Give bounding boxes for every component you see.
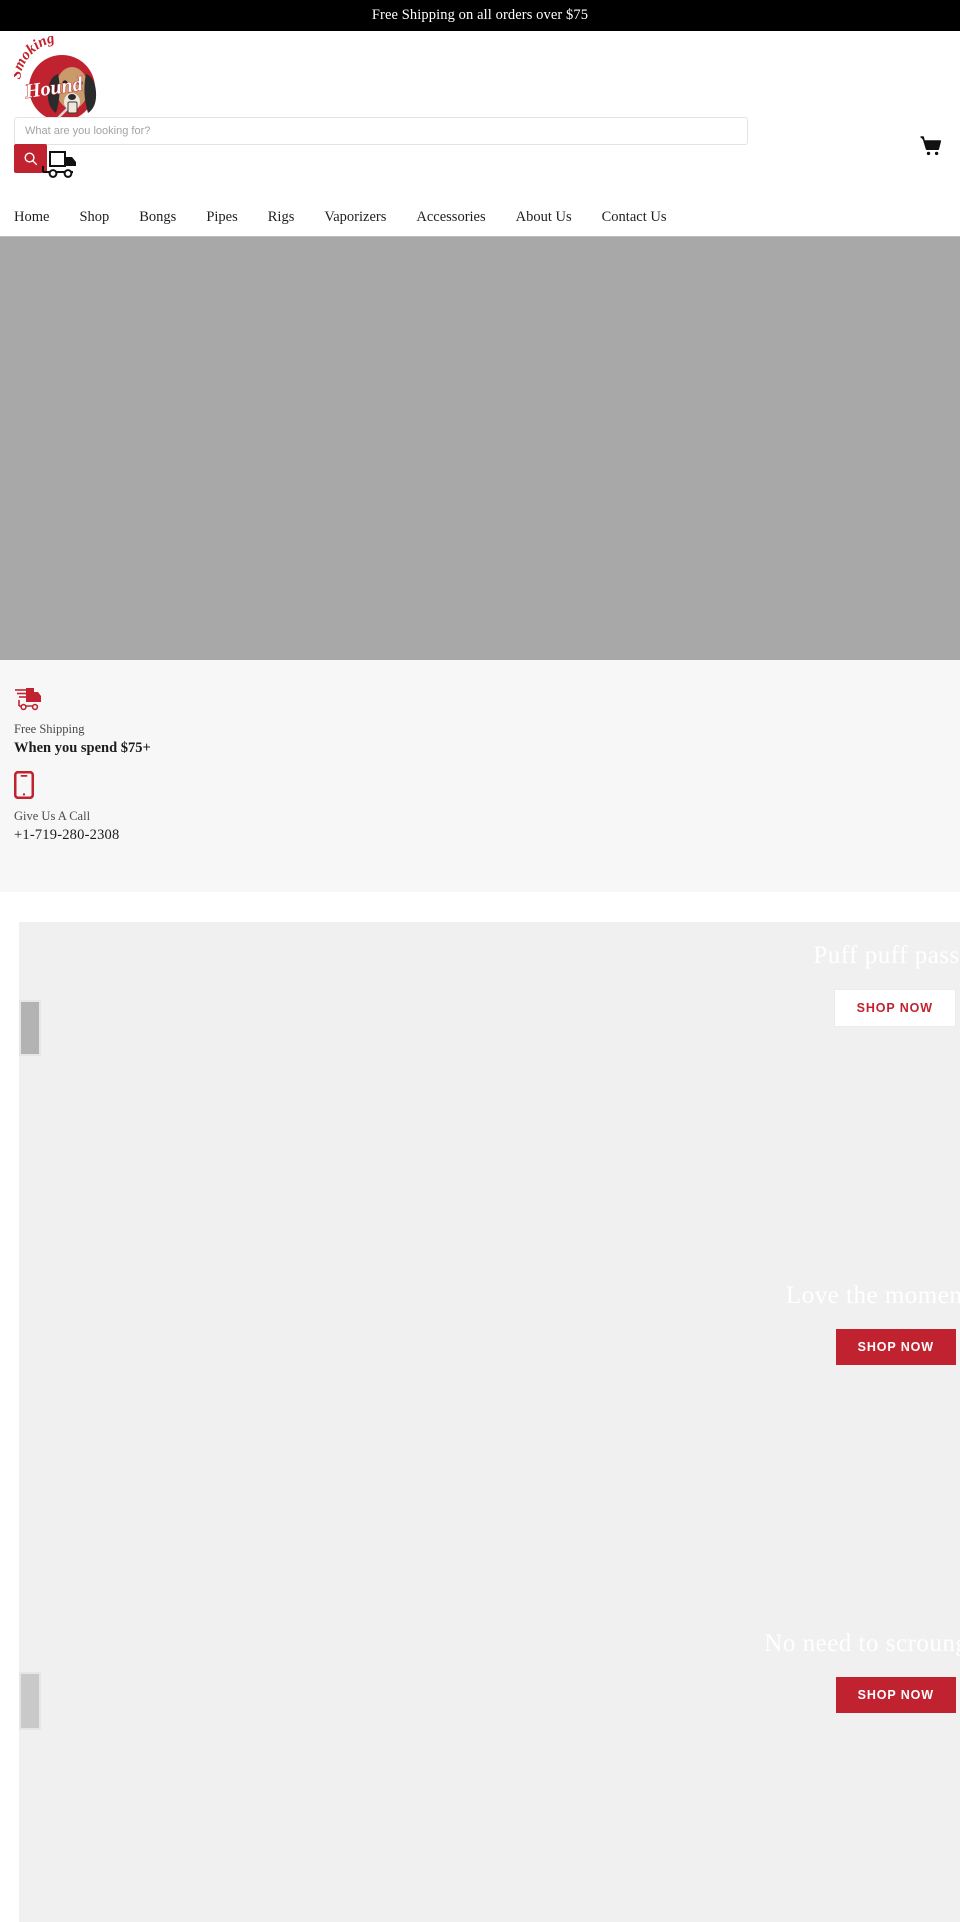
- promo-content: Love the moments SHOP NOW: [560, 1279, 960, 1365]
- value-prop-subtitle: When you spend $75+: [14, 740, 151, 756]
- promo-card[interactable]: Puff puff pass... SHOP NOW: [19, 922, 960, 1262]
- delivery-truck-icon: [41, 148, 81, 180]
- value-prop-title: Free Shipping: [14, 722, 85, 736]
- promo-title: Love the moments: [785, 1282, 960, 1309]
- promo-title: No need to scrounge: [764, 1630, 960, 1657]
- mobile-phone-icon: [14, 771, 34, 799]
- value-props-section: Free Shipping When you spend $75+ Give U…: [0, 660, 960, 892]
- value-prop-free-shipping: Free Shipping When you spend $75+: [14, 686, 960, 757]
- search-form: [14, 117, 748, 145]
- hero-banner[interactable]: [0, 236, 960, 660]
- shop-now-button[interactable]: SHOP NOW: [835, 1677, 956, 1713]
- nav-item-contact-us[interactable]: Contact Us: [602, 198, 683, 236]
- value-prop-phone-number: +1-719-280-2308: [14, 827, 120, 843]
- promo-content: No need to scrounge SHOP NOW: [560, 1627, 960, 1713]
- promo-section: Puff puff pass... SHOP NOW Love the mome…: [0, 892, 960, 1922]
- nav-item-home[interactable]: Home: [14, 198, 65, 236]
- announcement-text: Free Shipping on all orders over $75: [371, 7, 589, 23]
- nav-item-pipes[interactable]: Pipes: [206, 198, 253, 236]
- site-header: Smoking Hound: [0, 31, 960, 198]
- nav-item-vaporizers[interactable]: Vaporizers: [324, 198, 402, 236]
- delivery-truck-decoration: [41, 148, 81, 180]
- promo-image-placeholder: [19, 1000, 41, 1056]
- promo-card[interactable]: No need to scrounge SHOP NOW: [19, 1602, 960, 1922]
- shopping-cart-icon: [919, 134, 943, 158]
- promo-title: Puff puff pass...: [813, 942, 960, 969]
- smoking-hound-logo-icon: Smoking Hound: [14, 36, 106, 130]
- value-prop-title: Give Us A Call: [14, 809, 91, 823]
- value-prop-call-us: Give Us A Call +1-719-280-2308: [14, 771, 960, 844]
- search-icon: [23, 151, 38, 166]
- promo-image-placeholder: [19, 1672, 41, 1730]
- main-navigation: Home Shop Bongs Pipes Rigs Vaporizers Ac…: [0, 198, 960, 236]
- shop-now-button[interactable]: SHOP NOW: [835, 1329, 956, 1365]
- shop-now-button[interactable]: SHOP NOW: [833, 989, 956, 1027]
- promo-card[interactable]: Love the moments SHOP NOW: [19, 1262, 960, 1602]
- nav-item-about-us[interactable]: About Us: [516, 198, 588, 236]
- announcement-bar: Free Shipping on all orders over $75: [0, 0, 960, 31]
- nav-item-rigs[interactable]: Rigs: [268, 198, 311, 236]
- search-input[interactable]: [14, 117, 748, 145]
- nav-item-accessories[interactable]: Accessories: [416, 198, 501, 236]
- site-logo[interactable]: Smoking Hound: [14, 36, 106, 130]
- cart-button[interactable]: [914, 131, 948, 161]
- nav-item-bongs[interactable]: Bongs: [139, 198, 192, 236]
- delivery-truck-icon: [14, 686, 42, 712]
- promo-content: Puff puff pass... SHOP NOW: [560, 939, 960, 1027]
- nav-item-shop[interactable]: Shop: [79, 198, 125, 236]
